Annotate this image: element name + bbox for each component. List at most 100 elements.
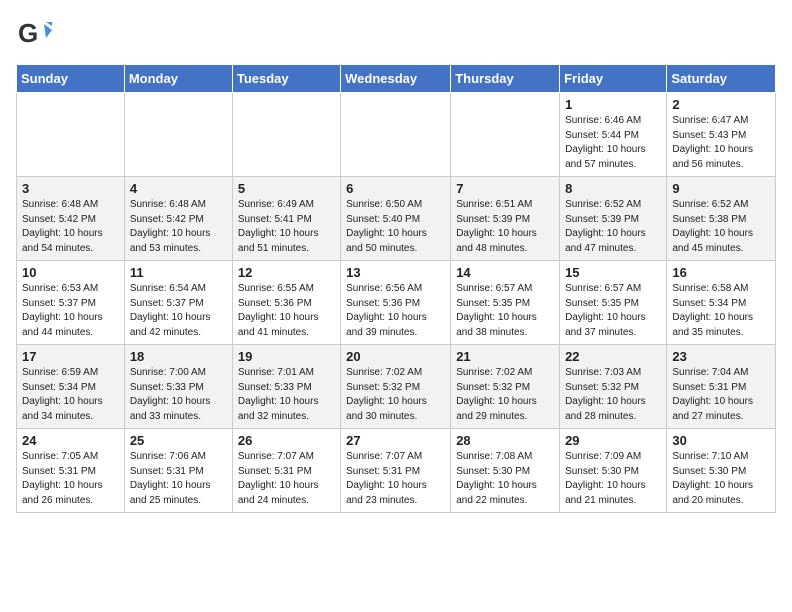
day-number: 18 <box>130 349 227 364</box>
day-cell: 24 Sunrise: 7:05 AM Sunset: 5:31 PM Dayli… <box>17 429 125 513</box>
day-cell: 16 Sunrise: 6:58 AM Sunset: 5:34 PM Dayli… <box>667 261 776 345</box>
weekday-thursday: Thursday <box>451 65 560 93</box>
day-cell: 1 Sunrise: 6:46 AM Sunset: 5:44 PM Daylig… <box>560 93 667 177</box>
day-cell: 11 Sunrise: 6:54 AM Sunset: 5:37 PM Dayli… <box>124 261 232 345</box>
day-number: 1 <box>565 97 661 112</box>
day-info: Sunrise: 7:07 AM Sunset: 5:31 PM Dayligh… <box>346 450 445 508</box>
day-number: 20 <box>346 349 445 364</box>
day-number: 11 <box>130 265 227 280</box>
day-info: Sunrise: 7:05 AM Sunset: 5:31 PM Dayligh… <box>22 450 119 508</box>
day-number: 16 <box>672 265 770 280</box>
day-info: Sunrise: 6:59 AM Sunset: 5:34 PM Dayligh… <box>22 366 119 424</box>
logo: G <box>16 16 56 52</box>
day-cell: 8 Sunrise: 6:52 AM Sunset: 5:39 PM Daylig… <box>560 177 667 261</box>
header: G <box>16 16 776 52</box>
day-cell: 29 Sunrise: 7:09 AM Sunset: 5:30 PM Dayli… <box>560 429 667 513</box>
day-number: 30 <box>672 433 770 448</box>
weekday-sunday: Sunday <box>17 65 125 93</box>
day-info: Sunrise: 7:07 AM Sunset: 5:31 PM Dayligh… <box>238 450 335 508</box>
day-number: 3 <box>22 181 119 196</box>
day-cell: 21Sunrise: 7:02 AM Sunset: 5:32 PM Dayli… <box>451 345 560 429</box>
day-info: Sunrise: 6:54 AM Sunset: 5:37 PM Dayligh… <box>130 282 227 340</box>
day-cell: 7 Sunrise: 6:51 AM Sunset: 5:39 PM Daylig… <box>451 177 560 261</box>
day-cell <box>232 93 340 177</box>
day-number: 10 <box>22 265 119 280</box>
day-cell: 30 Sunrise: 7:10 AM Sunset: 5:30 PM Dayli… <box>667 429 776 513</box>
day-info: Sunrise: 6:51 AM Sunset: 5:39 PM Dayligh… <box>456 198 554 256</box>
day-info: Sunrise: 6:48 AM Sunset: 5:42 PM Dayligh… <box>22 198 119 256</box>
day-cell <box>451 93 560 177</box>
day-number: 23 <box>672 349 770 364</box>
calendar-table: SundayMondayTuesdayWednesdayThursdayFrid… <box>16 64 776 513</box>
day-number: 24 <box>22 433 119 448</box>
day-number: 7 <box>456 181 554 196</box>
day-info: Sunrise: 7:08 AM Sunset: 5:30 PM Dayligh… <box>456 450 554 508</box>
day-cell: 19Sunrise: 7:01 AM Sunset: 5:33 PM Dayli… <box>232 345 340 429</box>
day-info: Sunrise: 6:53 AM Sunset: 5:37 PM Dayligh… <box>22 282 119 340</box>
day-cell: 9 Sunrise: 6:52 AM Sunset: 5:38 PM Daylig… <box>667 177 776 261</box>
day-cell: 12 Sunrise: 6:55 AM Sunset: 5:36 PM Dayli… <box>232 261 340 345</box>
day-info: Sunrise: 6:52 AM Sunset: 5:38 PM Dayligh… <box>672 198 770 256</box>
calendar-body: 1 Sunrise: 6:46 AM Sunset: 5:44 PM Daylig… <box>17 93 776 513</box>
day-number: 19 <box>238 349 335 364</box>
week-row-3: 10 Sunrise: 6:53 AM Sunset: 5:37 PM Dayli… <box>17 261 776 345</box>
page: G SundayMondayTuesdayWednesdayThursdayFr… <box>0 0 792 529</box>
weekday-monday: Monday <box>124 65 232 93</box>
day-info: Sunrise: 7:10 AM Sunset: 5:30 PM Dayligh… <box>672 450 770 508</box>
day-number: 25 <box>130 433 227 448</box>
day-cell: 26Sunrise: 7:07 AM Sunset: 5:31 PM Dayli… <box>232 429 340 513</box>
day-cell: 17 Sunrise: 6:59 AM Sunset: 5:34 PM Dayli… <box>17 345 125 429</box>
week-row-2: 3 Sunrise: 6:48 AM Sunset: 5:42 PM Daylig… <box>17 177 776 261</box>
day-number: 15 <box>565 265 661 280</box>
day-cell: 22 Sunrise: 7:03 AM Sunset: 5:32 PM Dayli… <box>560 345 667 429</box>
day-number: 6 <box>346 181 445 196</box>
day-number: 29 <box>565 433 661 448</box>
calendar-header: SundayMondayTuesdayWednesdayThursdayFrid… <box>17 65 776 93</box>
weekday-header-row: SundayMondayTuesdayWednesdayThursdayFrid… <box>17 65 776 93</box>
day-number: 8 <box>565 181 661 196</box>
logo-icon: G <box>16 16 52 52</box>
svg-text:G: G <box>18 18 38 48</box>
day-cell <box>17 93 125 177</box>
day-cell: 2Sunrise: 6:47 AM Sunset: 5:43 PM Daylig… <box>667 93 776 177</box>
day-cell: 13Sunrise: 6:56 AM Sunset: 5:36 PM Dayli… <box>341 261 451 345</box>
day-number: 5 <box>238 181 335 196</box>
day-info: Sunrise: 7:06 AM Sunset: 5:31 PM Dayligh… <box>130 450 227 508</box>
weekday-saturday: Saturday <box>667 65 776 93</box>
day-info: Sunrise: 7:03 AM Sunset: 5:32 PM Dayligh… <box>565 366 661 424</box>
weekday-wednesday: Wednesday <box>341 65 451 93</box>
day-info: Sunrise: 6:57 AM Sunset: 5:35 PM Dayligh… <box>565 282 661 340</box>
day-number: 17 <box>22 349 119 364</box>
day-cell: 27Sunrise: 7:07 AM Sunset: 5:31 PM Dayli… <box>341 429 451 513</box>
week-row-1: 1 Sunrise: 6:46 AM Sunset: 5:44 PM Daylig… <box>17 93 776 177</box>
weekday-friday: Friday <box>560 65 667 93</box>
day-number: 9 <box>672 181 770 196</box>
day-info: Sunrise: 6:52 AM Sunset: 5:39 PM Dayligh… <box>565 198 661 256</box>
day-cell: 14 Sunrise: 6:57 AM Sunset: 5:35 PM Dayli… <box>451 261 560 345</box>
day-info: Sunrise: 6:46 AM Sunset: 5:44 PM Dayligh… <box>565 114 661 172</box>
day-info: Sunrise: 7:04 AM Sunset: 5:31 PM Dayligh… <box>672 366 770 424</box>
day-number: 14 <box>456 265 554 280</box>
day-cell: 18Sunrise: 7:00 AM Sunset: 5:33 PM Dayli… <box>124 345 232 429</box>
day-info: Sunrise: 6:49 AM Sunset: 5:41 PM Dayligh… <box>238 198 335 256</box>
week-row-5: 24 Sunrise: 7:05 AM Sunset: 5:31 PM Dayli… <box>17 429 776 513</box>
day-cell: 6 Sunrise: 6:50 AM Sunset: 5:40 PM Daylig… <box>341 177 451 261</box>
day-number: 22 <box>565 349 661 364</box>
day-cell: 3 Sunrise: 6:48 AM Sunset: 5:42 PM Daylig… <box>17 177 125 261</box>
day-cell: 25 Sunrise: 7:06 AM Sunset: 5:31 PM Dayli… <box>124 429 232 513</box>
day-number: 12 <box>238 265 335 280</box>
day-number: 4 <box>130 181 227 196</box>
day-cell: 23 Sunrise: 7:04 AM Sunset: 5:31 PM Dayli… <box>667 345 776 429</box>
day-info: Sunrise: 7:09 AM Sunset: 5:30 PM Dayligh… <box>565 450 661 508</box>
day-cell <box>341 93 451 177</box>
day-info: Sunrise: 6:48 AM Sunset: 5:42 PM Dayligh… <box>130 198 227 256</box>
day-info: Sunrise: 6:57 AM Sunset: 5:35 PM Dayligh… <box>456 282 554 340</box>
day-cell: 4 Sunrise: 6:48 AM Sunset: 5:42 PM Daylig… <box>124 177 232 261</box>
day-info: Sunrise: 6:50 AM Sunset: 5:40 PM Dayligh… <box>346 198 445 256</box>
day-cell: 28Sunrise: 7:08 AM Sunset: 5:30 PM Dayli… <box>451 429 560 513</box>
day-info: Sunrise: 6:58 AM Sunset: 5:34 PM Dayligh… <box>672 282 770 340</box>
day-cell: 10 Sunrise: 6:53 AM Sunset: 5:37 PM Dayli… <box>17 261 125 345</box>
day-info: Sunrise: 6:56 AM Sunset: 5:36 PM Dayligh… <box>346 282 445 340</box>
day-number: 2 <box>672 97 770 112</box>
day-info: Sunrise: 6:55 AM Sunset: 5:36 PM Dayligh… <box>238 282 335 340</box>
